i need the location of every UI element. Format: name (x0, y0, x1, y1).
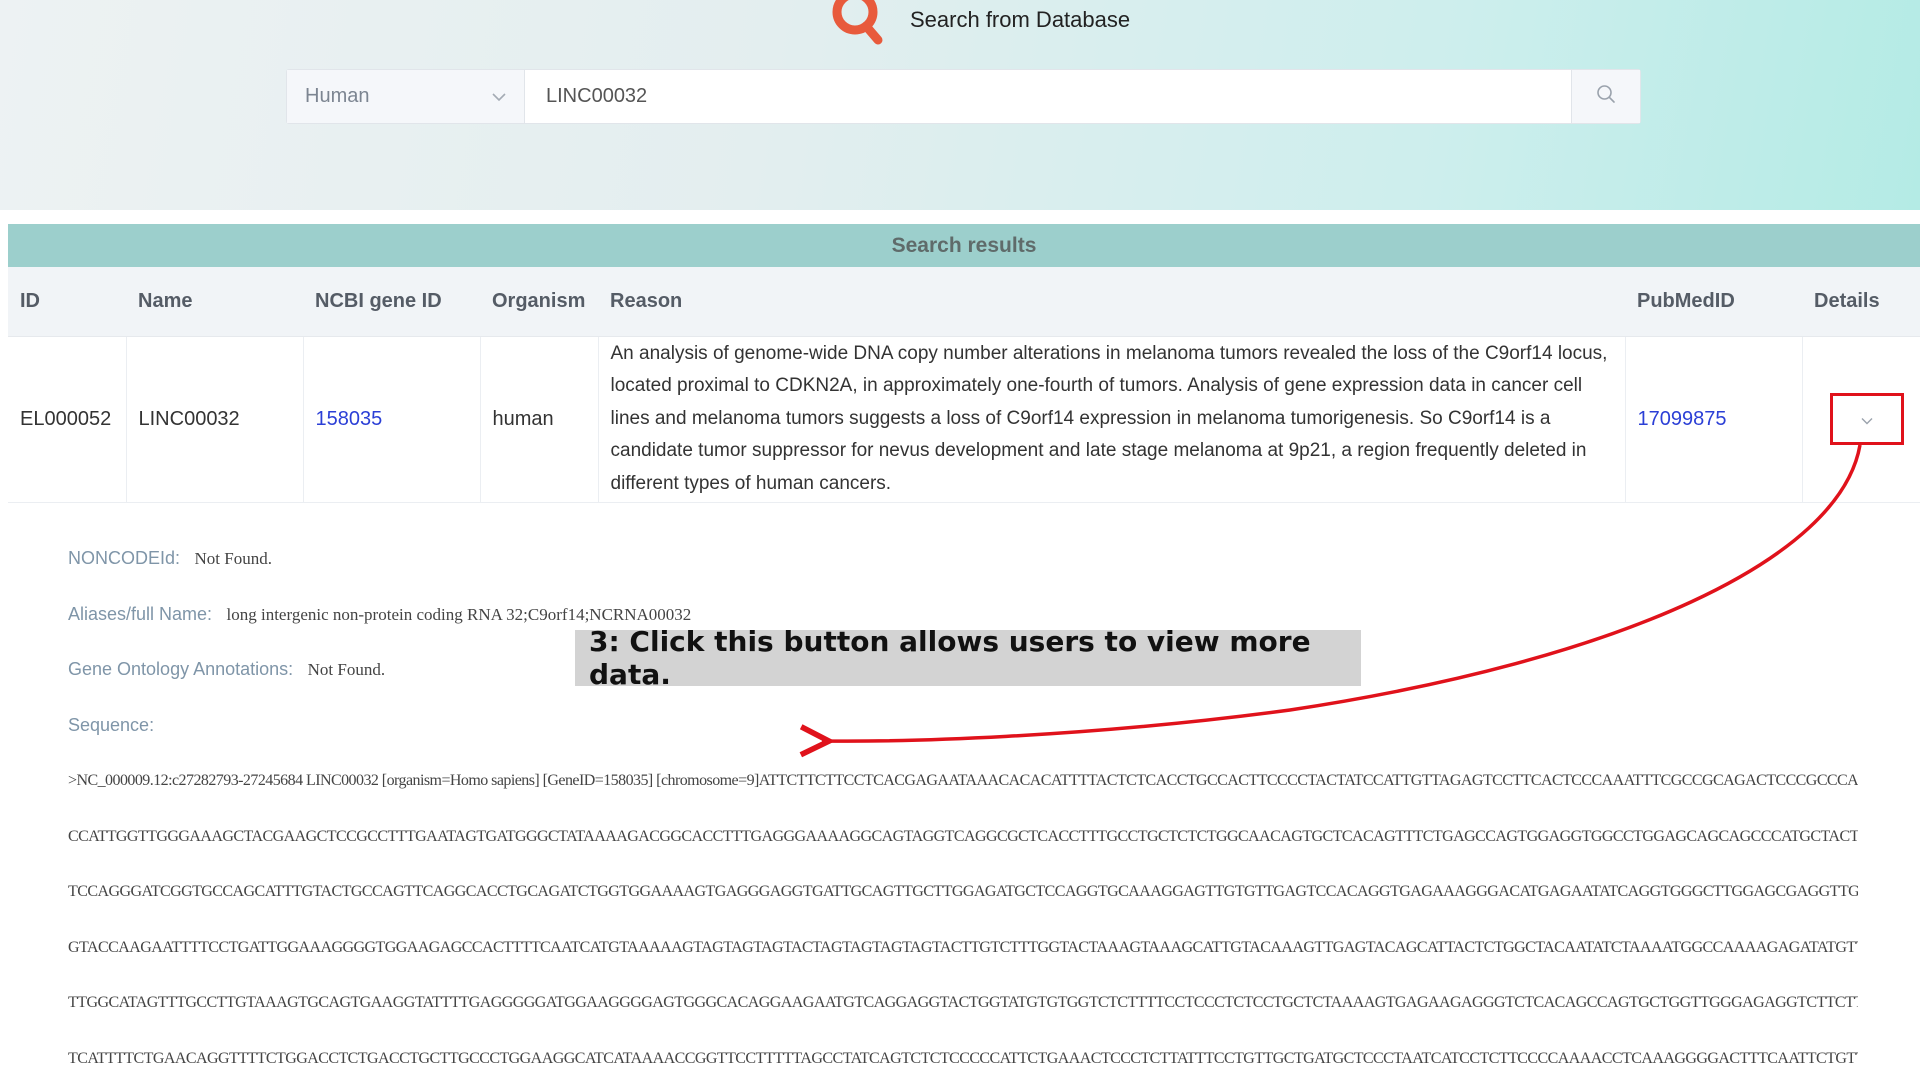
tutorial-callout: 3: Click this button allows users to vie… (575, 625, 1361, 691)
magnifier-logo-icon (830, 0, 888, 48)
cell-organism: human (480, 336, 599, 503)
page-title: Search from Database (910, 7, 1131, 32)
sequence-line: >NC_000009.12:c27282793-27245684 LINC000… (68, 772, 1858, 789)
sequence-row: Sequence: (68, 715, 154, 736)
sequence-line: CCATTGGTTGGGAAAGCTACGAAGCTCCGCCTTTGAATAG… (68, 828, 1858, 845)
search-button[interactable] (1571, 70, 1640, 123)
noncode-value: Not Found. (194, 549, 272, 568)
chevron-down-icon (1861, 408, 1873, 431)
chevron-down-icon (492, 85, 506, 108)
sequence-label: Sequence: (68, 715, 155, 735)
ncbi-gene-id-text: 158035 (315, 407, 383, 430)
search-bar: Human (286, 69, 1641, 124)
column-header-name: Name (126, 267, 303, 337)
pubmed-id-text: 17099875 (1637, 407, 1727, 430)
column-header-reason: Reason (598, 267, 1625, 337)
search-input[interactable] (525, 70, 1571, 123)
header-title-group: Search from Database (830, 0, 1130, 48)
species-select[interactable]: Human (287, 70, 525, 123)
sequence-line: TCATTTTCTGAACAGGTTTTCTGGACCTCTGACCTGCTTG… (68, 1050, 1858, 1067)
cell-details (1802, 336, 1920, 503)
column-header-pubmed-id: PubMedID (1625, 267, 1802, 337)
column-header-organism: Organism (480, 267, 598, 337)
go-annotations-row: Gene Ontology Annotations: Not Found. (68, 659, 385, 680)
species-select-value: Human (305, 85, 370, 107)
cell-name: LINC00032 (126, 336, 304, 503)
aliases-row: Aliases/full Name: long intergenic non-p… (68, 604, 691, 625)
go-annotations-value: Not Found. (307, 660, 386, 679)
column-header-id: ID (8, 267, 126, 337)
cell-reason: An analysis of genome-wide DNA copy numb… (598, 336, 1626, 503)
table-row: EL000052 LINC00032 158035 human An analy… (8, 336, 1920, 503)
search-header-banner: Search from Database Human (0, 0, 1920, 210)
column-header-details: Details (1802, 267, 1920, 337)
search-icon (1596, 84, 1616, 109)
results-heading: Search results (8, 224, 1920, 267)
sequence-line: GTACCAAGAATTTTCCTGATTGGAAAGGGGTGGAAGAGCC… (68, 939, 1858, 956)
aliases-value: long intergenic non-protein coding RNA 3… (226, 605, 692, 624)
cell-id: EL000052 (8, 336, 127, 503)
sequence-line: TCCAGGGATCGGTGCCAGCATTTGTACTGCCAGTTCAGGC… (68, 883, 1858, 900)
column-header-ncbi-gene-id: NCBI gene ID (303, 267, 480, 337)
expand-details-button[interactable] (1830, 393, 1904, 445)
go-annotations-label: Gene Ontology Annotations: (68, 659, 294, 679)
noncode-row: NONCODEId: Not Found. (68, 548, 272, 569)
aliases-label: Aliases/full Name: (68, 604, 213, 624)
ncbi-gene-link[interactable]: 158035 (303, 336, 481, 503)
noncode-label: NONCODEId: (68, 548, 181, 568)
pubmed-link[interactable]: 17099875 (1625, 336, 1803, 503)
results-table: ID Name NCBI gene ID Organism Reason Pub… (8, 267, 1920, 503)
sequence-line: TTGGCATAGTTTGCCTTGTAAAGTGCAGTGAAGGTATTTT… (68, 994, 1858, 1011)
table-header-row: ID Name NCBI gene ID Organism Reason Pub… (8, 267, 1920, 337)
